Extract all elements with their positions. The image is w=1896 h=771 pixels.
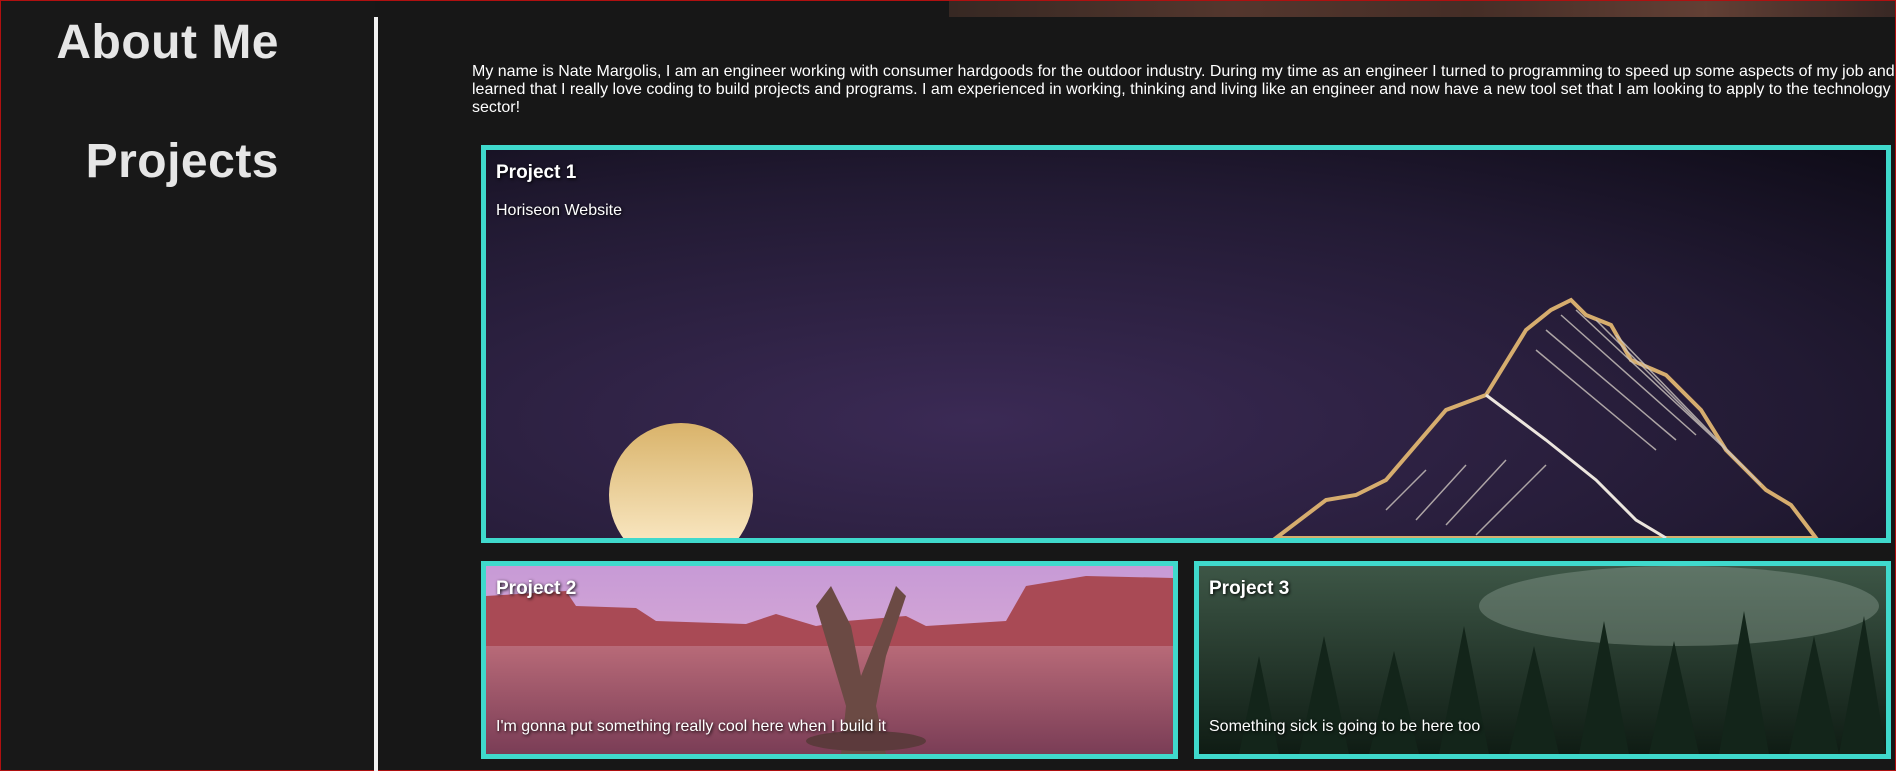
header-banner-image [949, 1, 1895, 17]
moon-mountain-image [486, 150, 1886, 538]
project-3-title: Project 3 [1209, 578, 1290, 599]
about-paragraph: My name is Nate Margolis, I am an engine… [472, 63, 1895, 116]
sidebar-nav: About Me Projects [1, 1, 375, 770]
nav-link-about-me[interactable]: About Me [56, 15, 279, 70]
project-1-description: Horiseon Website [496, 202, 622, 219]
nav-link-projects[interactable]: Projects [86, 134, 279, 189]
project-3-description: Something sick is going to be here too [1209, 718, 1481, 735]
project-card-1[interactable]: Project 1 Horiseon Website [481, 145, 1891, 543]
project-2-title: Project 2 [496, 578, 577, 599]
project-1-title: Project 1 [496, 162, 577, 183]
project-card-3[interactable]: Project 3 Something sick is going to be … [1194, 561, 1891, 759]
project-2-description: I'm gonna put something really cool here… [496, 718, 886, 735]
project-card-2[interactable]: Project 2 I'm gonna put something really… [481, 561, 1178, 759]
sidebar-divider [374, 17, 378, 771]
